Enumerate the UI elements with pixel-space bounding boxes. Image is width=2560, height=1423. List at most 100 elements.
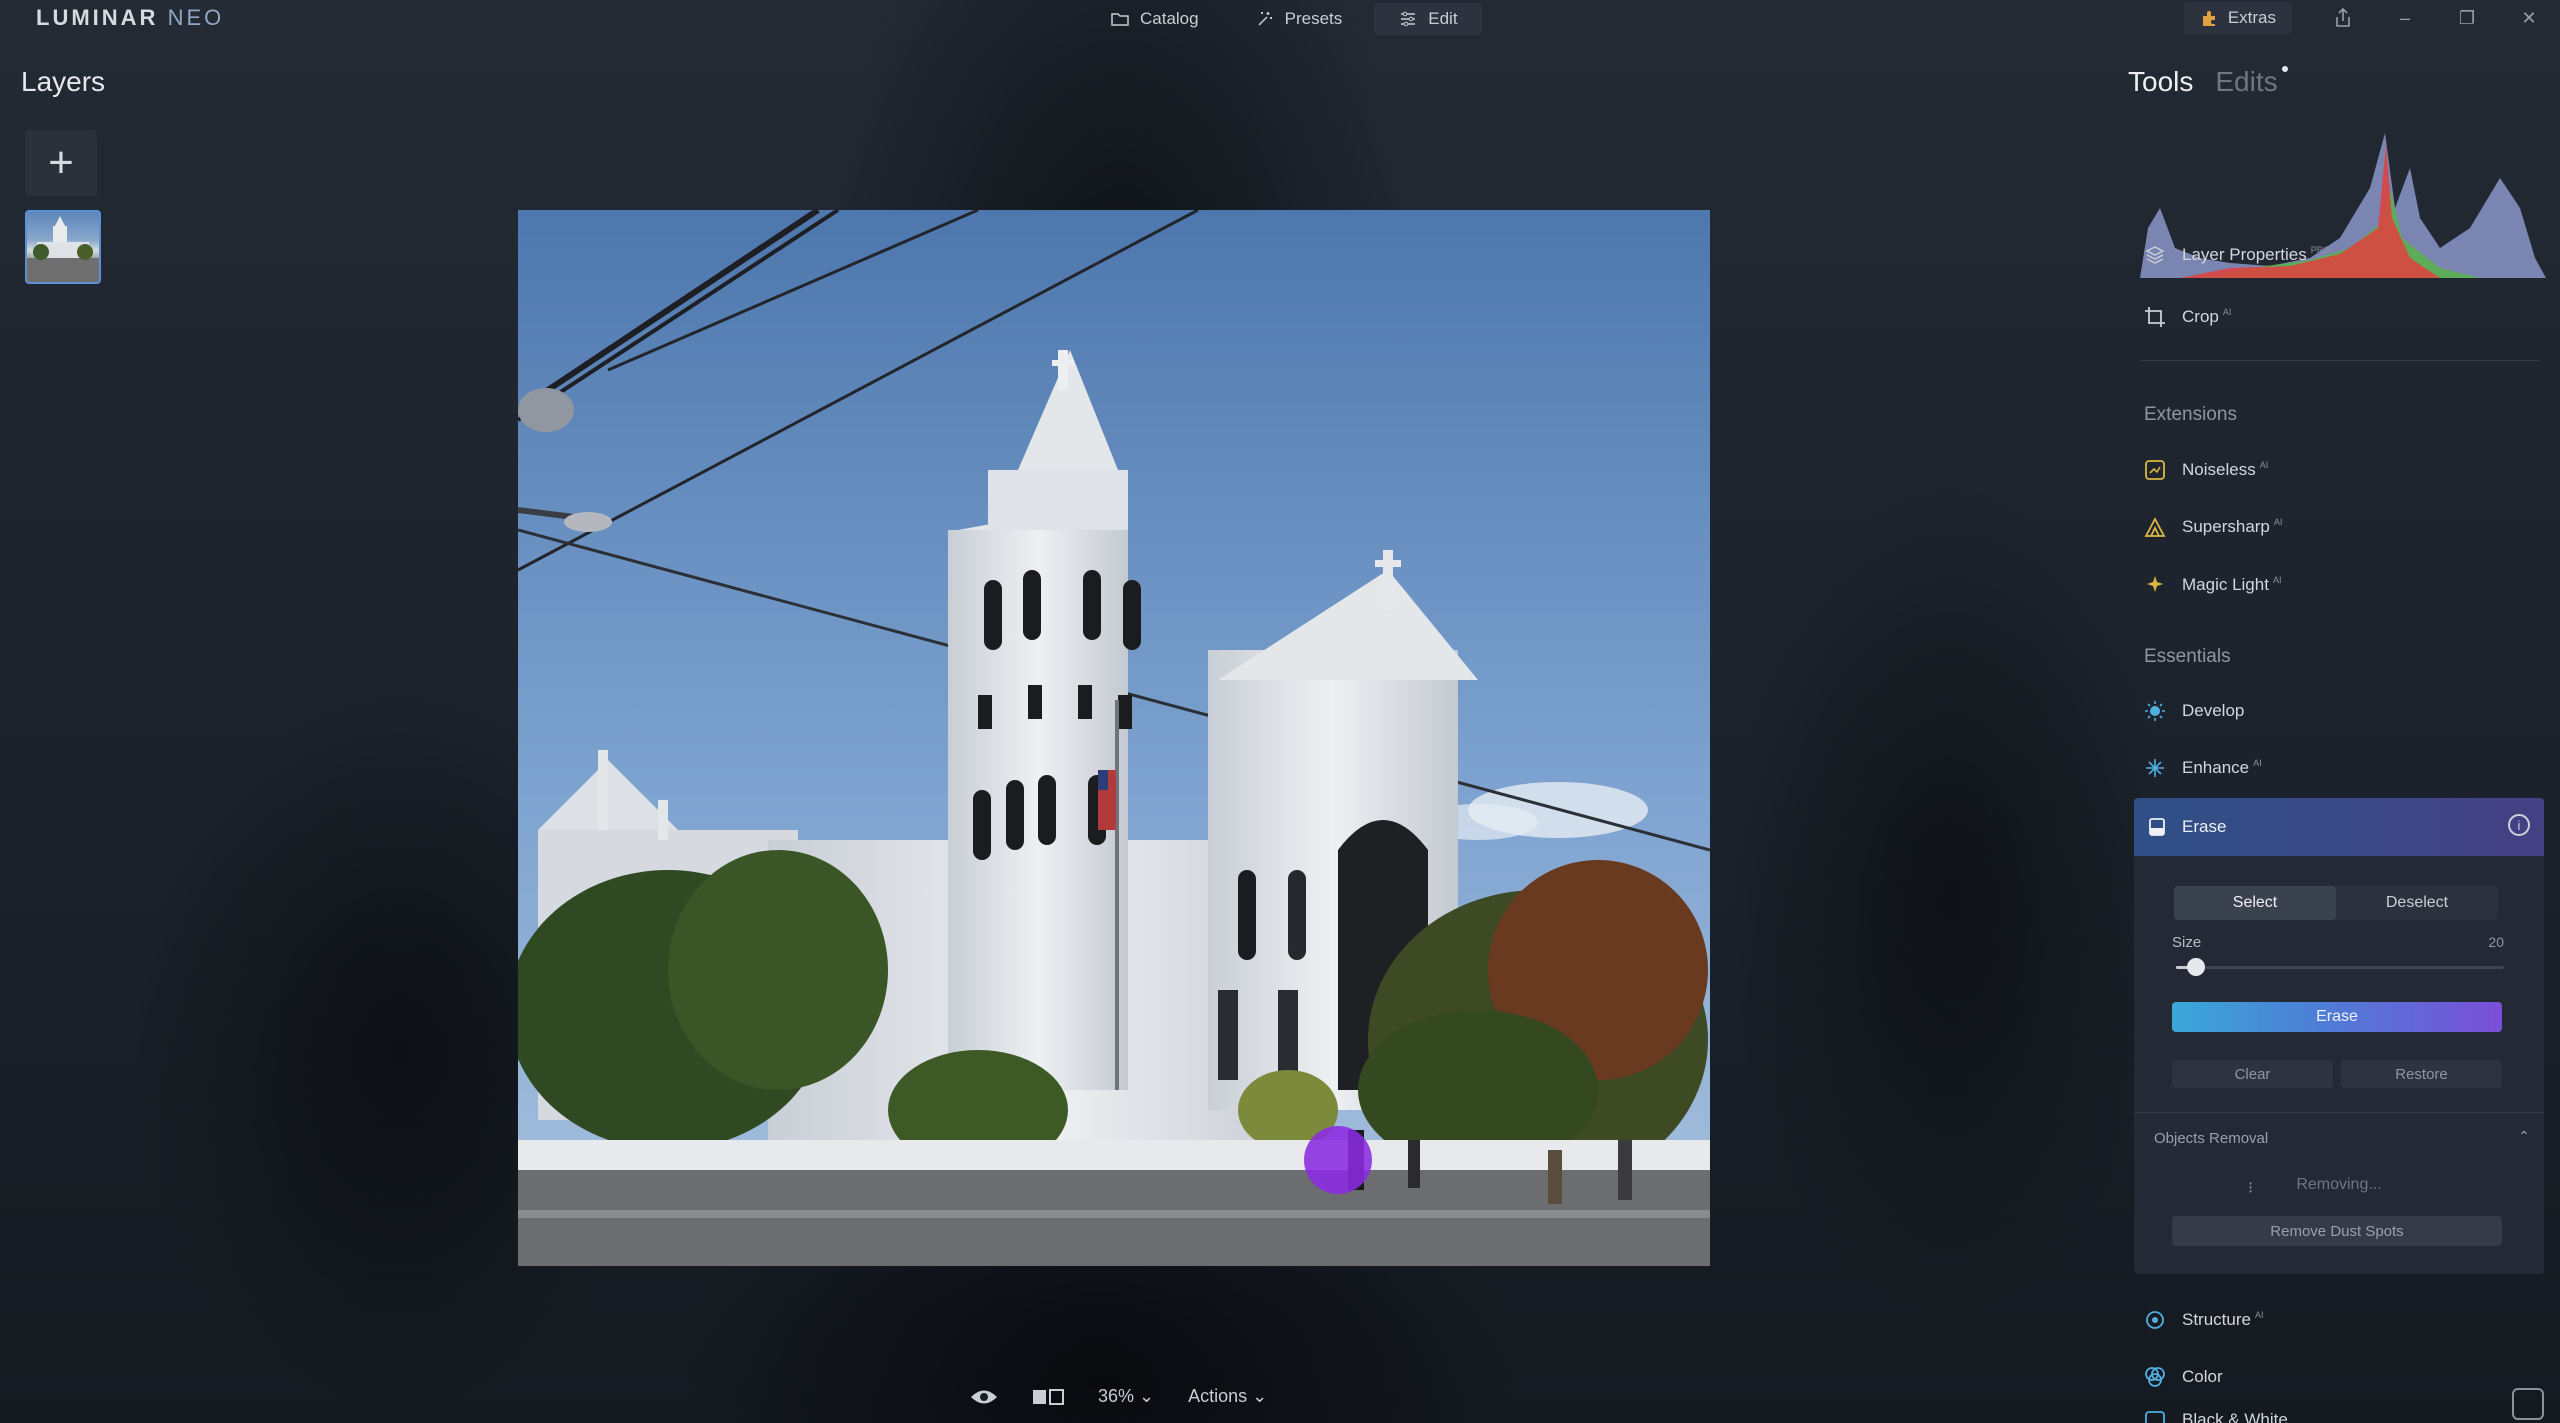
ai-badge: AI [2254,1310,2264,1321]
objects-removal-heading[interactable]: Objects Removal [2154,1130,2268,1147]
erase-panel: Erase i Select Deselect Size 20 Erase Cl… [2134,798,2544,1274]
eraser-icon [2149,818,2165,836]
sliders-icon [1401,11,1416,27]
extras-button[interactable]: Extras [2183,2,2292,34]
share-icon [2336,7,2350,27]
catalog-label: Catalog [1140,9,1199,28]
actions-label: Actions [1188,1386,1248,1406]
black-white-icon [2144,1410,2166,1423]
extensions-heading: Extensions [2144,404,2237,425]
info-icon[interactable]: i [2508,814,2530,836]
size-slider-handle[interactable] [2186,958,2205,976]
eye-icon[interactable] [970,1388,998,1406]
photo-canvas[interactable] [518,210,1710,1266]
panel-tabs: Tools Edits [2128,66,2288,98]
crop-icon [2144,306,2166,328]
enhance-label: Enhance [2182,758,2250,777]
ai-badge: AI [2222,307,2232,318]
top-bar: LUMINAR NEO Catalog Presets Edit Extras … [0,0,2560,38]
magic-light-tool[interactable]: Magic Light AI [2144,570,2281,600]
color-label: Color [2182,1367,2223,1386]
ai-badge: AI [2253,758,2262,769]
brush-cursor [1304,1126,1372,1194]
supersharp-icon [2144,516,2166,538]
tab-edits-label: Edits [2215,66,2278,97]
compare-icon[interactable] [1032,1388,1064,1406]
bottom-toolbar: 36% ⌄ Actions ⌄ [970,1386,1267,1407]
window-controls: Extras – ❐ ✕ [2183,2,2560,34]
layer-thumbnail[interactable] [25,210,101,284]
tab-edits[interactable]: Edits [2215,66,2288,98]
color-icon [2144,1366,2166,1388]
logo-text: LUMINAR [36,5,159,30]
erase-actions: Clear Restore [2172,1060,2502,1088]
erase-title: Erase [2182,817,2227,836]
logo-sub-text: NEO [167,5,225,30]
actions-dropdown[interactable]: Actions ⌄ [1188,1386,1267,1407]
edits-dot [2281,66,2288,72]
tab-tools[interactable]: Tools [2128,66,2193,98]
supersharp-tool[interactable]: Supersharp AI [2144,512,2282,542]
separator [2140,360,2540,361]
size-label: Size [2172,934,2202,951]
noiseless-icon [2144,459,2166,481]
noiseless-tool[interactable]: Noiseless AI [2144,455,2268,485]
pro-badge: PRO [2310,245,2331,256]
ai-badge: AI [2259,460,2269,471]
crop-tool[interactable]: Crop AI [2144,302,2231,332]
minimize-button[interactable]: – [2374,2,2436,34]
develop-label: Develop [2182,701,2245,720]
remove-dust-spots-button[interactable]: Remove Dust Spots [2172,1216,2502,1246]
chevron-up-icon[interactable]: ⌃ [2518,1128,2530,1145]
layer-properties-tool[interactable]: Layer Properties PRO [2144,240,2330,270]
thumbnail-church-image [27,216,99,282]
magic-light-label: Magic Light [2182,575,2269,594]
folder-icon [1111,13,1129,26]
select-button[interactable]: Select [2174,886,2336,920]
enhance-tool[interactable]: Enhance AI [2144,753,2262,783]
puzzle-icon [2202,11,2215,26]
deselect-button[interactable]: Deselect [2336,886,2498,920]
black-white-tool[interactable]: Black & White [2144,1410,2288,1423]
supersharp-label: Supersharp [2182,517,2270,536]
close-button[interactable]: ✕ [2498,2,2560,34]
layer-properties-label: Layer Properties [2182,245,2307,264]
erase-button[interactable]: Erase [2172,1002,2502,1032]
color-tool[interactable]: Color [2144,1362,2223,1392]
presets-tab[interactable]: Presets [1231,3,1367,35]
edit-tab[interactable]: Edit [1374,3,1482,35]
structure-icon [2144,1309,2166,1331]
app-logo: LUMINAR NEO [36,5,224,31]
sparkle-wand-icon [1258,12,1272,26]
catalog-tab[interactable]: Catalog [1086,3,1223,35]
magic-light-icon [2144,574,2166,596]
edit-label: Edit [1428,9,1458,28]
tools-panel: Tools Edits Layer Properties PRO Crop AI E… [2128,60,2548,1423]
maximize-button[interactable]: ❐ [2436,2,2498,34]
add-layer-button[interactable]: + [25,130,97,196]
structure-label: Structure [2182,1310,2251,1329]
share-button[interactable] [2312,2,2374,34]
black-white-label: Black & White [2182,1410,2288,1423]
main-nav: Catalog Presets Edit [1086,3,1482,35]
zoom-value: 36% [1098,1386,1135,1406]
separator [2134,1112,2544,1113]
size-slider[interactable] [2176,958,2504,976]
develop-sun-icon [2144,700,2166,722]
restore-button[interactable]: Restore [2341,1060,2502,1088]
extras-label: Extras [2227,8,2276,27]
enhance-icon [2144,757,2166,779]
layers-title: Layers [21,66,106,97]
develop-tool[interactable]: Develop [2144,696,2244,726]
size-value: 20 [2488,934,2504,950]
select-mode-toggle: Select Deselect [2174,886,2498,920]
structure-tool[interactable]: Structure AI [2144,1305,2264,1335]
erase-header[interactable]: Erase i [2134,798,2544,856]
presets-label: Presets [1284,9,1343,28]
layers-stack-icon [2144,244,2166,266]
clear-button[interactable]: Clear [2172,1060,2333,1088]
ai-badge: AI [2272,575,2282,586]
zoom-dropdown[interactable]: 36% ⌄ [1098,1386,1154,1407]
removing-status: Removing... [2296,1176,2382,1193]
church-photo-image [518,210,1710,1266]
